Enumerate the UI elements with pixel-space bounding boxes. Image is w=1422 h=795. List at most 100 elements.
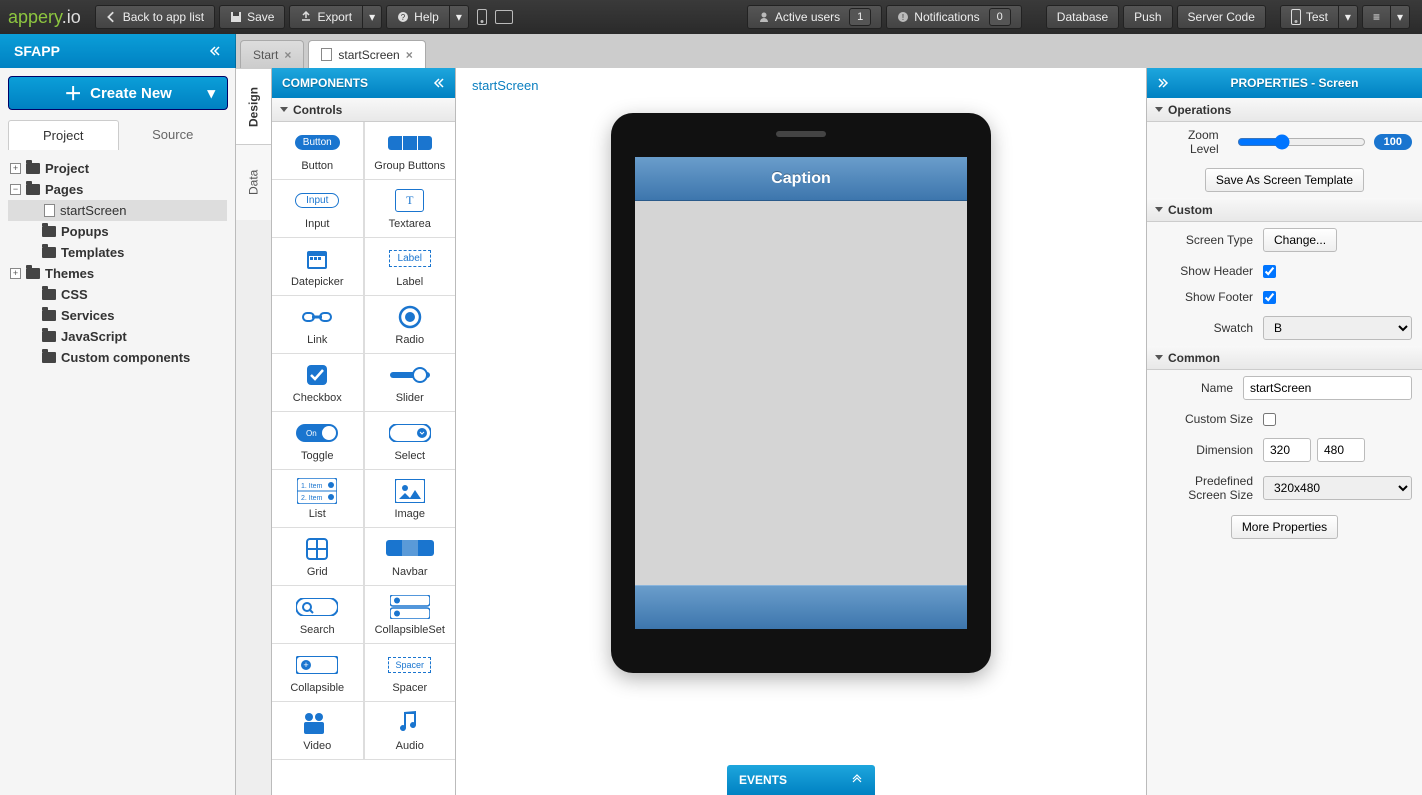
change-button[interactable]: Change... <box>1263 228 1337 252</box>
name-input[interactable] <box>1243 376 1412 400</box>
section-custom[interactable]: Custom <box>1147 198 1422 222</box>
database-button[interactable]: Database <box>1046 5 1119 29</box>
show-footer-label: Show Footer <box>1157 290 1253 304</box>
push-button[interactable]: Push <box>1123 5 1172 29</box>
component-search[interactable]: Search <box>272 586 364 644</box>
device-frame: Caption <box>611 113 991 673</box>
close-icon[interactable]: × <box>406 48 413 62</box>
servercode-button[interactable]: Server Code <box>1177 5 1266 29</box>
tab-start[interactable]: Start× <box>240 40 304 68</box>
menu-caret[interactable]: ▾ <box>1391 5 1410 29</box>
screen-footer[interactable] <box>635 585 967 629</box>
custom-size-checkbox[interactable] <box>1263 413 1276 426</box>
dim-w-input[interactable] <box>1263 438 1311 462</box>
vtab-design[interactable]: Design <box>236 68 271 144</box>
component-textarea[interactable]: TTextarea <box>364 180 456 238</box>
component-list[interactable]: 1. Item2. ItemList <box>272 470 364 528</box>
component-link[interactable]: Link <box>272 296 364 354</box>
back-button[interactable]: Back to app list <box>95 5 215 29</box>
svg-text:!: ! <box>902 13 904 22</box>
top-toolbar: appery.io Back to app list Save Export ▾… <box>0 0 1422 34</box>
more-properties-button[interactable]: More Properties <box>1231 515 1338 539</box>
vtab-data[interactable]: Data <box>236 144 271 220</box>
screen-header[interactable]: Caption <box>635 157 967 201</box>
save-template-button[interactable]: Save As Screen Template <box>1205 168 1364 192</box>
test-caret[interactable]: ▾ <box>1339 5 1358 29</box>
help-caret[interactable]: ▾ <box>450 5 469 29</box>
show-header-checkbox[interactable] <box>1263 265 1276 278</box>
tree-templates[interactable]: Templates <box>8 242 227 263</box>
svg-text:2. Item: 2. Item <box>301 495 323 502</box>
tree-project[interactable]: +Project <box>8 158 227 179</box>
create-new-button[interactable]: ＋Create New▾ <box>8 76 228 110</box>
component-radio[interactable]: Radio <box>364 296 456 354</box>
component-slider[interactable]: Slider <box>364 354 456 412</box>
collapse-palette-icon[interactable] <box>433 77 445 89</box>
save-button[interactable]: Save <box>219 5 285 29</box>
section-common[interactable]: Common <box>1147 346 1422 370</box>
breadcrumb[interactable]: startScreen <box>456 68 1146 103</box>
component-datepicker[interactable]: Datepicker <box>272 238 364 296</box>
collapse-left-icon[interactable] <box>209 45 221 57</box>
tablet-preview-icon[interactable] <box>495 10 513 24</box>
tab-source[interactable]: Source <box>119 120 228 150</box>
component-checkbox[interactable]: Checkbox <box>272 354 364 412</box>
tree-startscreen[interactable]: startScreen <box>8 200 227 221</box>
file-icon <box>321 48 332 61</box>
tab-startscreen[interactable]: startScreen× <box>308 40 425 68</box>
predef-label: Predefined Screen Size <box>1157 474 1253 503</box>
tree-services[interactable]: Services <box>8 305 227 326</box>
tree-css[interactable]: CSS <box>8 284 227 305</box>
properties-panel: PROPERTIES - Screen Operations Zoom Leve… <box>1146 68 1422 795</box>
component-button[interactable]: ButtonButton <box>272 122 364 180</box>
tree-pages[interactable]: −Pages <box>8 179 227 200</box>
component-video[interactable]: Video <box>272 702 364 760</box>
section-controls[interactable]: Controls <box>272 98 455 122</box>
component-input[interactable]: InputInput <box>272 180 364 238</box>
tree-custom[interactable]: Custom components <box>8 347 227 368</box>
active-users[interactable]: Active users1 <box>747 5 882 29</box>
components-title: COMPONENTS <box>282 76 368 90</box>
expand-icon <box>851 774 863 786</box>
collapse-right-icon[interactable] <box>1157 77 1169 89</box>
component-grid[interactable]: Grid <box>272 528 364 586</box>
dimension-label: Dimension <box>1157 443 1253 457</box>
component-spacer[interactable]: SpacerSpacer <box>364 644 456 702</box>
tab-project[interactable]: Project <box>8 120 119 150</box>
zoom-label: Zoom Level <box>1157 128 1219 156</box>
close-icon[interactable]: × <box>284 48 291 62</box>
component-select[interactable]: Select <box>364 412 456 470</box>
component-toggle[interactable]: OnToggle <box>272 412 364 470</box>
component-collapsibleset[interactable]: CollapsibleSet <box>364 586 456 644</box>
swatch-select[interactable]: B <box>1263 316 1412 340</box>
component-group-buttons[interactable]: Group Buttons <box>364 122 456 180</box>
tree-popups[interactable]: Popups <box>8 221 227 242</box>
export-caret[interactable]: ▾ <box>363 5 382 29</box>
component-collapsible[interactable]: +Collapsible <box>272 644 364 702</box>
tree-javascript[interactable]: JavaScript <box>8 326 227 347</box>
events-bar[interactable]: EVENTS <box>727 765 875 795</box>
screen-body[interactable] <box>635 201 967 585</box>
component-label[interactable]: LabelLabel <box>364 238 456 296</box>
menu-button[interactable]: ≡ <box>1362 5 1391 29</box>
phone-preview-icon[interactable] <box>477 9 487 25</box>
section-operations[interactable]: Operations <box>1147 98 1422 122</box>
show-footer-checkbox[interactable] <box>1263 291 1276 304</box>
component-audio[interactable]: Audio <box>364 702 456 760</box>
app-name: SFAPP <box>14 43 60 59</box>
predef-select[interactable]: 320x480 <box>1263 476 1412 500</box>
notifications[interactable]: !Notifications0 <box>886 5 1022 29</box>
help-button[interactable]: ?Help <box>386 5 450 29</box>
canvas[interactable]: startScreen Caption EVENTS <box>456 68 1146 795</box>
component-navbar[interactable]: Navbar <box>364 528 456 586</box>
export-button[interactable]: Export <box>289 5 363 29</box>
component-image[interactable]: Image <box>364 470 456 528</box>
editor-tabs: Start× startScreen× <box>236 34 1422 68</box>
zoom-slider[interactable] <box>1237 134 1366 150</box>
dim-h-input[interactable] <box>1317 438 1365 462</box>
zoom-value: 100 <box>1374 134 1412 150</box>
test-button[interactable]: Test <box>1280 5 1339 29</box>
tree-themes[interactable]: +Themes <box>8 263 227 284</box>
name-label: Name <box>1157 381 1233 395</box>
screen[interactable]: Caption <box>635 157 967 629</box>
